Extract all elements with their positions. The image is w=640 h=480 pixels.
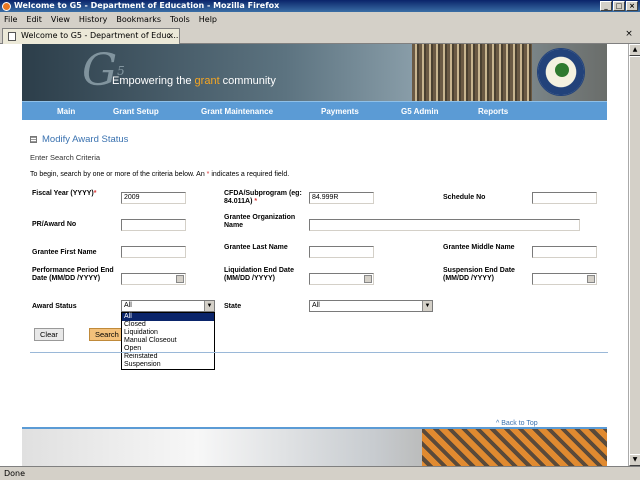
search-button[interactable]: Search: [89, 328, 125, 341]
firefox-icon: [2, 2, 11, 11]
calendar-icon[interactable]: [364, 275, 372, 283]
cfda-input[interactable]: 84.999R: [309, 192, 374, 204]
menu-tools[interactable]: Tools: [170, 15, 190, 24]
minimize-button[interactable]: _: [600, 1, 612, 11]
performance-end-input[interactable]: [121, 273, 186, 285]
calendar-icon[interactable]: [176, 275, 184, 283]
tab-label: Welcome to G5 - Department of Educ...: [21, 31, 179, 40]
menu-bookmarks[interactable]: Bookmarks: [116, 15, 161, 24]
dropdown-option[interactable]: All: [122, 313, 214, 321]
tab-strip: Welcome to G5 - Department of Educ... × …: [0, 26, 640, 44]
menu-history[interactable]: History: [79, 15, 107, 24]
instructions: To begin, search by one or more of the c…: [30, 171, 290, 178]
department-seal-icon: [537, 48, 585, 96]
calendar-icon[interactable]: [587, 275, 595, 283]
browser-tab[interactable]: Welcome to G5 - Department of Educ... ×: [2, 28, 180, 44]
grantee-middle-input[interactable]: [532, 246, 597, 258]
tab-list-close-icon[interactable]: ×: [624, 29, 634, 40]
list-icon: [30, 136, 37, 143]
section-heading: Enter Search Criteria: [30, 153, 101, 162]
divider: [30, 352, 608, 353]
fiscal-year-label: Fiscal Year (YYYY)*: [32, 190, 97, 197]
state-select[interactable]: All ▼: [309, 300, 433, 312]
page-viewport: G5 Empowering the grant community Main G…: [0, 44, 628, 466]
status-bar: Done: [0, 466, 640, 480]
schedule-input[interactable]: [532, 192, 597, 204]
menu-file[interactable]: File: [4, 15, 17, 24]
scroll-thumb[interactable]: [629, 56, 640, 456]
browser-window: Welcome to G5 - Department of Education …: [0, 0, 640, 480]
maximize-button[interactable]: □: [613, 1, 625, 11]
schedule-label: Schedule No: [443, 194, 486, 201]
scroll-up-icon[interactable]: ▲: [629, 44, 640, 56]
vertical-scrollbar[interactable]: ▲ ▼: [628, 44, 640, 466]
fiscal-year-input[interactable]: 2009: [121, 192, 186, 204]
state-label: State: [224, 303, 242, 310]
liquidation-end-label: Liquidation End Date (MM/DD /YYYY): [224, 267, 294, 282]
dropdown-option[interactable]: Manual Closeout: [122, 337, 214, 345]
chevron-down-icon[interactable]: ▼: [204, 301, 214, 311]
liquidation-end-input[interactable]: [309, 273, 374, 285]
award-status-label: Award Status: [32, 303, 77, 310]
menu-edit[interactable]: Edit: [26, 15, 42, 24]
nav-grant-setup[interactable]: Grant Setup: [113, 107, 159, 116]
grantee-last-input[interactable]: [309, 246, 374, 258]
footer-banner: [22, 427, 607, 466]
dropdown-option[interactable]: Suspension: [122, 361, 214, 369]
tab-close-icon[interactable]: ×: [167, 29, 174, 43]
nav-reports[interactable]: Reports: [478, 107, 508, 116]
page-title: Modify Award Status: [42, 134, 129, 145]
grantee-middle-label: Grantee Middle Name: [443, 244, 515, 251]
grantee-org-input[interactable]: [309, 219, 580, 231]
grantee-first-label: Grantee First Name: [32, 249, 97, 256]
g5-logo: G5: [82, 45, 125, 96]
main-nav: Main Grant Setup Grant Maintenance Payme…: [22, 101, 607, 120]
award-status-dropdown: All Closed Liquidation Manual Closeout O…: [121, 312, 215, 370]
grantee-last-label: Grantee Last Name: [224, 244, 288, 251]
cfda-label: CFDA/Subprogram (eg: 84.011A) *: [224, 190, 302, 205]
performance-end-label: Performance Period End Date (MM/DD /YYYY…: [32, 267, 114, 282]
dropdown-option[interactable]: Closed: [122, 321, 214, 329]
clear-button[interactable]: Clear: [34, 328, 64, 341]
classroom-image: [422, 429, 607, 466]
grantee-org-label: Grantee Organization Name: [224, 214, 296, 229]
suspension-end-label: Suspension End Date (MM/DD /YYYY): [443, 267, 515, 282]
menu-bar: File Edit View History Bookmarks Tools H…: [0, 12, 640, 26]
nav-main[interactable]: Main: [57, 107, 75, 116]
nav-payments[interactable]: Payments: [321, 107, 359, 116]
pr-award-input[interactable]: [121, 219, 186, 231]
nav-g5-admin[interactable]: G5 Admin: [401, 107, 438, 116]
suspension-end-input[interactable]: [532, 273, 597, 285]
back-to-top-link[interactable]: ^ Back to Top: [496, 420, 538, 427]
bookshelf-image: [412, 44, 532, 101]
window-titlebar: Welcome to G5 - Department of Education …: [0, 0, 640, 12]
header-banner: G5 Empowering the grant community: [22, 44, 607, 101]
chevron-down-icon[interactable]: ▼: [422, 301, 432, 311]
nav-grant-maintenance[interactable]: Grant Maintenance: [201, 107, 273, 116]
close-button[interactable]: ×: [626, 1, 638, 11]
menu-view[interactable]: View: [51, 15, 70, 24]
pr-award-label: PR/Award No: [32, 221, 77, 228]
award-status-select[interactable]: All ▼: [121, 300, 215, 312]
dropdown-option[interactable]: Reinstated: [122, 353, 214, 361]
grantee-first-input[interactable]: [121, 246, 186, 258]
tagline: Empowering the grant community: [112, 75, 276, 87]
window-title: Welcome to G5 - Department of Education …: [14, 1, 280, 10]
scroll-down-icon[interactable]: ▼: [629, 454, 640, 466]
page-icon: [8, 32, 16, 41]
dropdown-option[interactable]: Liquidation: [122, 329, 214, 337]
menu-help[interactable]: Help: [199, 15, 217, 24]
